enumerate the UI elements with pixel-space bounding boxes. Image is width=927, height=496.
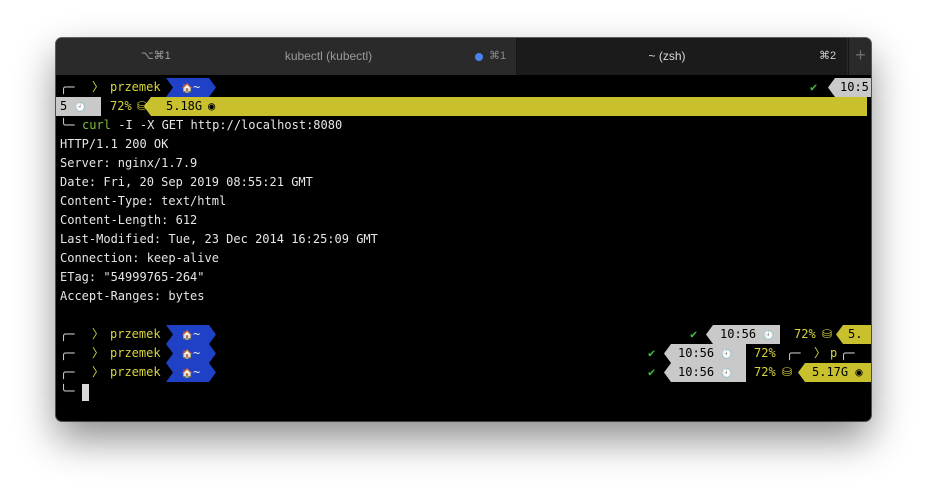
prompt-dir-segment: 🏠~: [166, 344, 216, 363]
command-program: curl: [82, 118, 111, 132]
output-line: Last-Modified: Tue, 23 Dec 2014 16:25:09…: [60, 232, 378, 246]
status-battery: 72%: [754, 346, 776, 360]
output-line: Content-Length: 612: [60, 213, 198, 227]
prompt-user: przemek: [110, 346, 161, 360]
separator-icon: 〉: [92, 346, 105, 360]
command-args: -I -X GET http://localhost:8080: [111, 118, 343, 132]
prompt-user: przemek: [110, 327, 161, 341]
output-line: Connection: keep-alive: [60, 251, 219, 265]
prompt-user: przemek: [110, 80, 161, 94]
output-line: Server: nginx/1.7.9: [60, 156, 198, 170]
prompt-dir: ~: [192, 346, 201, 360]
status-memory: 5.18G: [166, 99, 203, 113]
tab-shortcut: ⌘2: [819, 50, 837, 62]
status-check-icon: ✔: [648, 365, 656, 379]
status-time-partial: 10:5: [828, 78, 871, 97]
tab-shortcut: ⌘1: [489, 50, 507, 62]
tab-shortcut: ⌥⌘1: [141, 50, 171, 62]
prompt-dir: ~: [192, 365, 201, 379]
disk-icon: ⛁: [782, 365, 793, 379]
tab-title: ~ (zsh): [648, 49, 686, 63]
prompt-frame-top: ╭─: [60, 346, 75, 360]
prompt-line: ╭─ 〉 przemek 🏠~ ✔ 10:56 🕘 72% ⛁ 5.17G ◉: [60, 363, 871, 382]
gauge-icon: ◉: [855, 365, 863, 379]
prompt-frame-bottom: ╰─: [60, 384, 75, 398]
prompt-frame-bottom: ╰─: [60, 118, 75, 132]
clock-icon: 🕘: [721, 350, 733, 360]
terminal-window: ⌥⌘1 kubectl (kubectl) ⌘1 ~ (zsh) ⌘2 + ╭─…: [56, 38, 871, 421]
prompt-frame-top: ╭─: [840, 346, 855, 360]
tab-title: kubectl (kubectl): [284, 49, 373, 63]
home-icon: 🏠: [181, 369, 193, 379]
separator-icon: 〉: [92, 80, 105, 94]
tab-kubectl[interactable]: ⌥⌘1 kubectl (kubectl) ⌘1: [56, 38, 517, 75]
output-line: HTTP/1.1 200 OK: [60, 137, 169, 151]
separator-icon: 〉: [92, 365, 105, 379]
home-icon: 🏠: [181, 84, 193, 94]
separator-icon: 〉: [92, 327, 105, 341]
home-icon: 🏠: [181, 350, 193, 360]
status-battery: 72%: [110, 99, 132, 113]
wrapped-status-line: 5 🕘 72% ⛁ 5.18G ◉: [56, 97, 867, 116]
prompt-user-partial: p: [830, 346, 838, 360]
status-battery: 72%: [754, 365, 776, 379]
title-bar: ⌥⌘1 kubectl (kubectl) ⌘1 ~ (zsh) ⌘2 +: [56, 38, 871, 75]
prompt-dir-segment: 🏠~: [166, 363, 216, 382]
prompt-user: przemek: [110, 365, 161, 379]
prompt-line: ╭─ 〉 przemek 🏠~ ✔ 10:56 🕘 72% ╭─ 〉 p ╭─: [60, 344, 871, 363]
clock-icon: 🕘: [721, 369, 733, 379]
home-icon: 🏠: [181, 331, 193, 341]
command-line: ╰─ curl -I -X GET http://localhost:8080: [60, 116, 342, 135]
status-battery: 72%: [794, 327, 816, 341]
prompt-dir: ~: [192, 80, 201, 94]
activity-dot-icon: [475, 53, 483, 61]
prompt-dir-segment: 🏠~: [166, 78, 216, 97]
output-line: ETag: "54999765-264": [60, 270, 205, 284]
clock-icon: 🕘: [74, 103, 86, 113]
terminal-content[interactable]: ╭─ 〉 przemek 🏠~ ✔ 10:5 5 🕘 72% ⛁ 5.18G ◉…: [56, 75, 871, 421]
prompt-dir: ~: [192, 327, 201, 341]
disk-icon: ⛁: [822, 327, 833, 341]
prompt-frame-top: ╭─: [60, 80, 75, 94]
prompt-dir-segment: 🏠~: [166, 325, 216, 344]
prompt-frame-top: ╭─: [60, 327, 75, 341]
new-tab-button[interactable]: +: [848, 38, 871, 75]
separator-icon: 〉: [814, 346, 827, 360]
output-line: Accept-Ranges: bytes: [60, 289, 205, 303]
status-wrapped-time: 5 🕘: [56, 97, 101, 116]
status-check-icon: ✔: [810, 80, 818, 94]
status-bar-fill: [101, 97, 867, 116]
status-check-icon: ✔: [690, 327, 698, 341]
status-memory: 5.17G ◉: [798, 363, 871, 382]
gauge-icon: ◉: [208, 99, 216, 113]
prompt-line: ╭─ 〉 przemek 🏠~ ✔ 10:56 🕘 72% ⛁ 5.: [60, 325, 871, 344]
status-check-icon: ✔: [648, 346, 656, 360]
disk-icon: ⛁: [137, 99, 148, 113]
output-line: Content-Type: text/html: [60, 194, 227, 208]
prompt-frame-top: ╭─: [60, 365, 75, 379]
prompt-line: ╭─ 〉 przemek 🏠~ ✔ 10:5: [60, 78, 871, 97]
status-time: 10:56 🕘: [706, 325, 780, 344]
prompt-frame-top: ╭─: [786, 346, 801, 360]
status-memory-partial: 5.: [836, 325, 871, 344]
tab-zsh[interactable]: ~ (zsh) ⌘2: [517, 38, 847, 75]
output-line: Date: Fri, 20 Sep 2019 08:55:21 GMT: [60, 175, 313, 189]
status-time: 10:56 🕘: [664, 344, 746, 363]
clock-icon: 🕘: [763, 331, 775, 341]
text-cursor: [82, 384, 89, 401]
status-time: 10:56 🕘: [664, 363, 746, 382]
